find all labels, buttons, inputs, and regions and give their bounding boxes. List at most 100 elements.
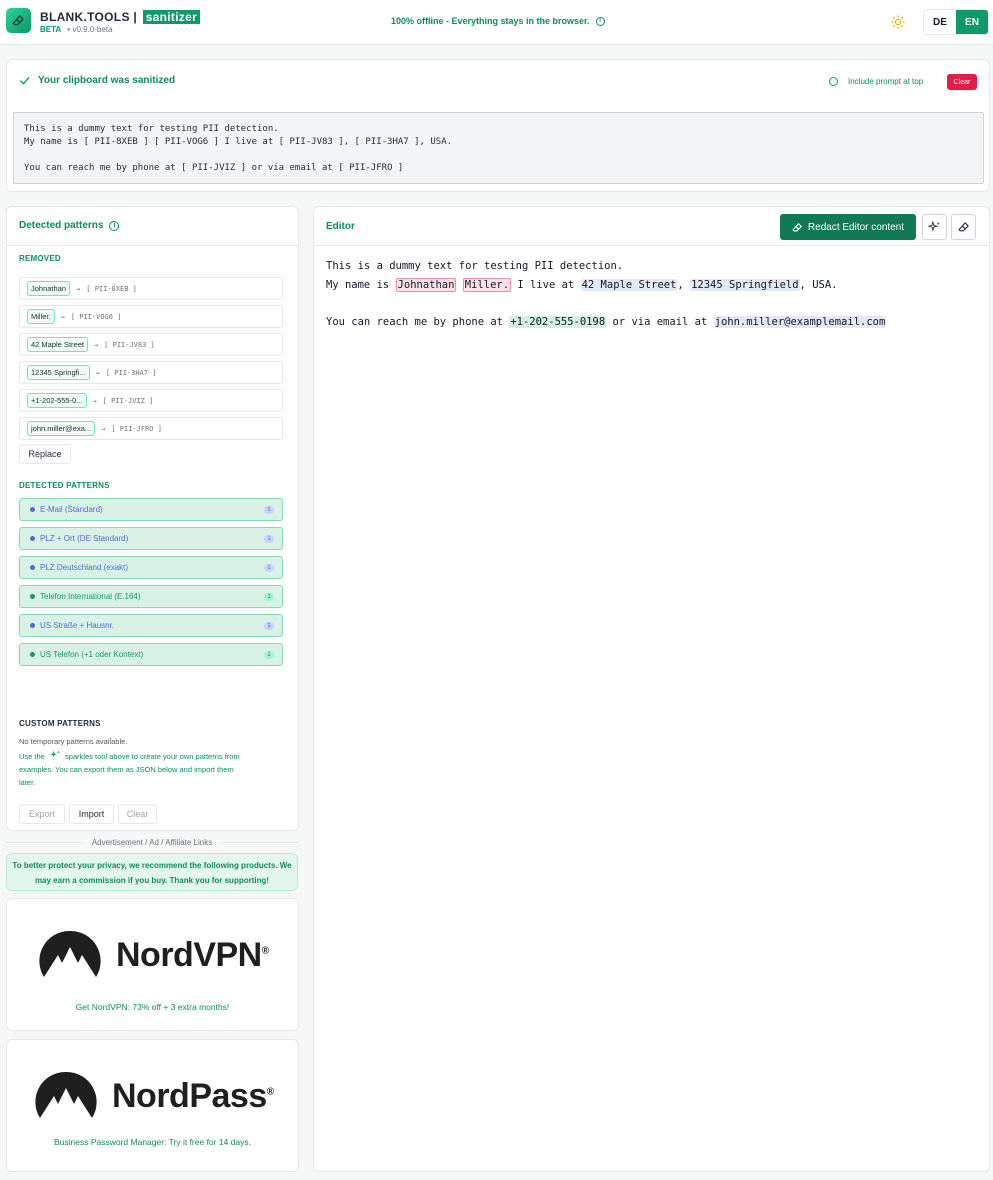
version-label: • v0.9.0-beta (67, 25, 113, 34)
info-icon[interactable]: i (595, 16, 605, 26)
brand-title: BLANK.TOOLS | sanitizer (40, 10, 201, 24)
pattern-item[interactable]: US Straße + Hausnr. 1 (19, 614, 283, 637)
pattern-item[interactable]: US Telefon (+1 oder Kontext) 1 (19, 643, 283, 666)
pii-highlight-name[interactable]: Johnathan (395, 277, 457, 292)
ad-label: Advertisement / Ad / Affiliate Links (6, 838, 299, 847)
editor-text: , USA. (799, 278, 838, 291)
radio-icon[interactable] (829, 77, 838, 86)
app-header: BLANK.TOOLS | sanitizer BETA • v0.9.0-be… (0, 0, 993, 45)
arrow-icon: → (95, 368, 100, 377)
replace-button[interactable]: Replace (19, 444, 71, 464)
sanitized-card: Your clipboard was sanitized Include pro… (6, 59, 990, 192)
custom-help-part1: Use the (19, 752, 45, 761)
pattern-label: E-Mail (Standard) (40, 505, 103, 514)
pattern-dot (30, 507, 35, 512)
arrow-icon: → (60, 312, 65, 321)
editor-text: or via email at (606, 315, 714, 328)
nord-mountain-icon (35, 1071, 97, 1118)
sun-icon[interactable] (891, 15, 905, 29)
divider (220, 842, 299, 843)
token-label: [ PII-8XEB ] (86, 284, 137, 293)
removed-item[interactable]: Johnathan → [ PII-8XEB ] (19, 277, 283, 300)
pii-highlight-email[interactable]: john.miller@examplemail.com (713, 315, 887, 328)
nordpass-name: NordPass (112, 1076, 267, 1115)
pattern-label: Telefon International (E.164) (40, 592, 141, 601)
detected-section-label: DETECTED PATTERNS (19, 481, 110, 490)
removed-item[interactable]: 12345 Springfi... → [ PII-3HA7 ] (19, 361, 283, 384)
custom-empty-text: No temporary patterns available. (19, 737, 128, 746)
arrow-icon: → (101, 424, 106, 433)
export-button[interactable]: Export (19, 804, 65, 824)
custom-help-text: Use the sparkles tool above to create yo… (19, 750, 284, 789)
offline-notice: 100% offline - Everything stays in the b… (391, 16, 605, 26)
editor-panel: Editor Redact Editor content This is a d… (313, 206, 990, 1172)
brand-separator: | (133, 10, 138, 24)
arrow-icon: → (76, 284, 81, 293)
nord-mountain-icon (39, 930, 101, 977)
ad-label-text: Advertisement / Ad / Affiliate Links (91, 838, 213, 847)
pattern-count: 1 (264, 505, 274, 514)
nordpass-ad[interactable]: NordPass® Business Password Manager: Try… (6, 1039, 299, 1172)
eraser-icon (958, 222, 969, 232)
pii-highlight-name[interactable]: Miller. (462, 277, 512, 292)
eraser-icon (12, 15, 24, 26)
include-prompt-option[interactable]: Include prompt at top (829, 77, 923, 86)
removed-item[interactable]: +1-202-555-0... → [ PII-JVIZ ] (19, 389, 283, 412)
import-button[interactable]: Import (69, 804, 114, 824)
token-label: [ PII-JFRO ] (111, 424, 162, 433)
editor-text: You can reach me by phone at (326, 315, 510, 328)
pattern-item[interactable]: Telefon International (E.164) 1 (19, 585, 283, 608)
pattern-dot (30, 536, 35, 541)
original-value: +1-202-555-0... (27, 393, 87, 408)
pattern-dot (30, 594, 35, 599)
pattern-label: PLZ + Ort (DE Standard) (40, 534, 129, 543)
removed-item[interactable]: 42 Maple Street → [ PII-JV83 ] (19, 333, 283, 356)
sanitized-title-text: Your clipboard was sanitized (38, 75, 176, 86)
sanitized-text[interactable]: This is a dummy text for testing PII det… (13, 112, 984, 184)
pattern-count: 1 (264, 621, 274, 630)
check-icon (20, 77, 30, 85)
brand-tag: sanitizer (142, 10, 201, 24)
registered-mark: ® (261, 945, 269, 957)
pii-highlight-street[interactable]: 42 Maple Street (580, 278, 678, 291)
pattern-item[interactable]: PLZ Deutschland (exakt) 1 (19, 556, 283, 579)
info-icon[interactable]: i (109, 220, 120, 231)
editor-text: My name is (326, 278, 396, 291)
nordpass-logo: NordPass® (34, 1070, 274, 1122)
pattern-item[interactable]: PLZ + Ort (DE Standard) 1 (19, 527, 283, 550)
clear-editor-button[interactable] (951, 214, 976, 240)
pattern-count: 1 (264, 650, 274, 659)
removed-item[interactable]: Miller. → [ PII-VOG6 ] (19, 305, 283, 328)
clear-custom-button[interactable]: Clear (118, 804, 157, 824)
nordvpn-logo: NordVPN® (38, 929, 269, 981)
lang-de-button[interactable]: DE (924, 10, 956, 34)
removed-item[interactable]: john.miller@exa... → [ PII-JFRO ] (19, 417, 283, 440)
sparkles-button[interactable] (922, 214, 947, 240)
language-switcher: DE EN (923, 9, 989, 35)
app-logo[interactable] (6, 8, 31, 33)
pii-highlight-phone[interactable]: +1-202-555-0198 (509, 315, 607, 328)
pattern-dot (30, 652, 35, 657)
editor-content[interactable]: This is a dummy text for testing PII det… (326, 257, 887, 331)
lang-en-button[interactable]: EN (956, 10, 988, 34)
nordvpn-ad[interactable]: NordVPN® Get NordVPN: 73% off + 3 extra … (6, 898, 299, 1031)
arrow-icon: → (92, 396, 97, 405)
nordvpn-wordmark: NordVPN® (116, 936, 269, 975)
detected-panel-title: Detected patterns i (19, 220, 120, 231)
redact-button[interactable]: Redact Editor content (780, 214, 916, 240)
offline-text: 100% offline - Everything stays in the b… (391, 16, 590, 26)
clear-sanitized-button[interactable]: Clear (947, 74, 977, 90)
removed-section-label: REMOVED (19, 254, 61, 263)
detected-patterns-panel: Detected patterns i REMOVED Johnathan → … (6, 206, 299, 831)
pattern-dot (30, 565, 35, 570)
pattern-label: PLZ Deutschland (exakt) (40, 563, 129, 572)
editor-title: Editor (326, 221, 355, 232)
sparkles-icon (928, 221, 940, 232)
brand-name: BLANK.TOOLS (40, 10, 130, 24)
pii-highlight-city[interactable]: 12345 Springfield (690, 278, 800, 291)
pattern-count: 1 (264, 563, 274, 572)
original-value: 12345 Springfi... (27, 365, 90, 380)
editor-text: I live at (511, 278, 581, 291)
pattern-item[interactable]: E-Mail (Standard) 1 (19, 498, 283, 521)
nordpass-wordmark: NordPass® (112, 1077, 274, 1116)
